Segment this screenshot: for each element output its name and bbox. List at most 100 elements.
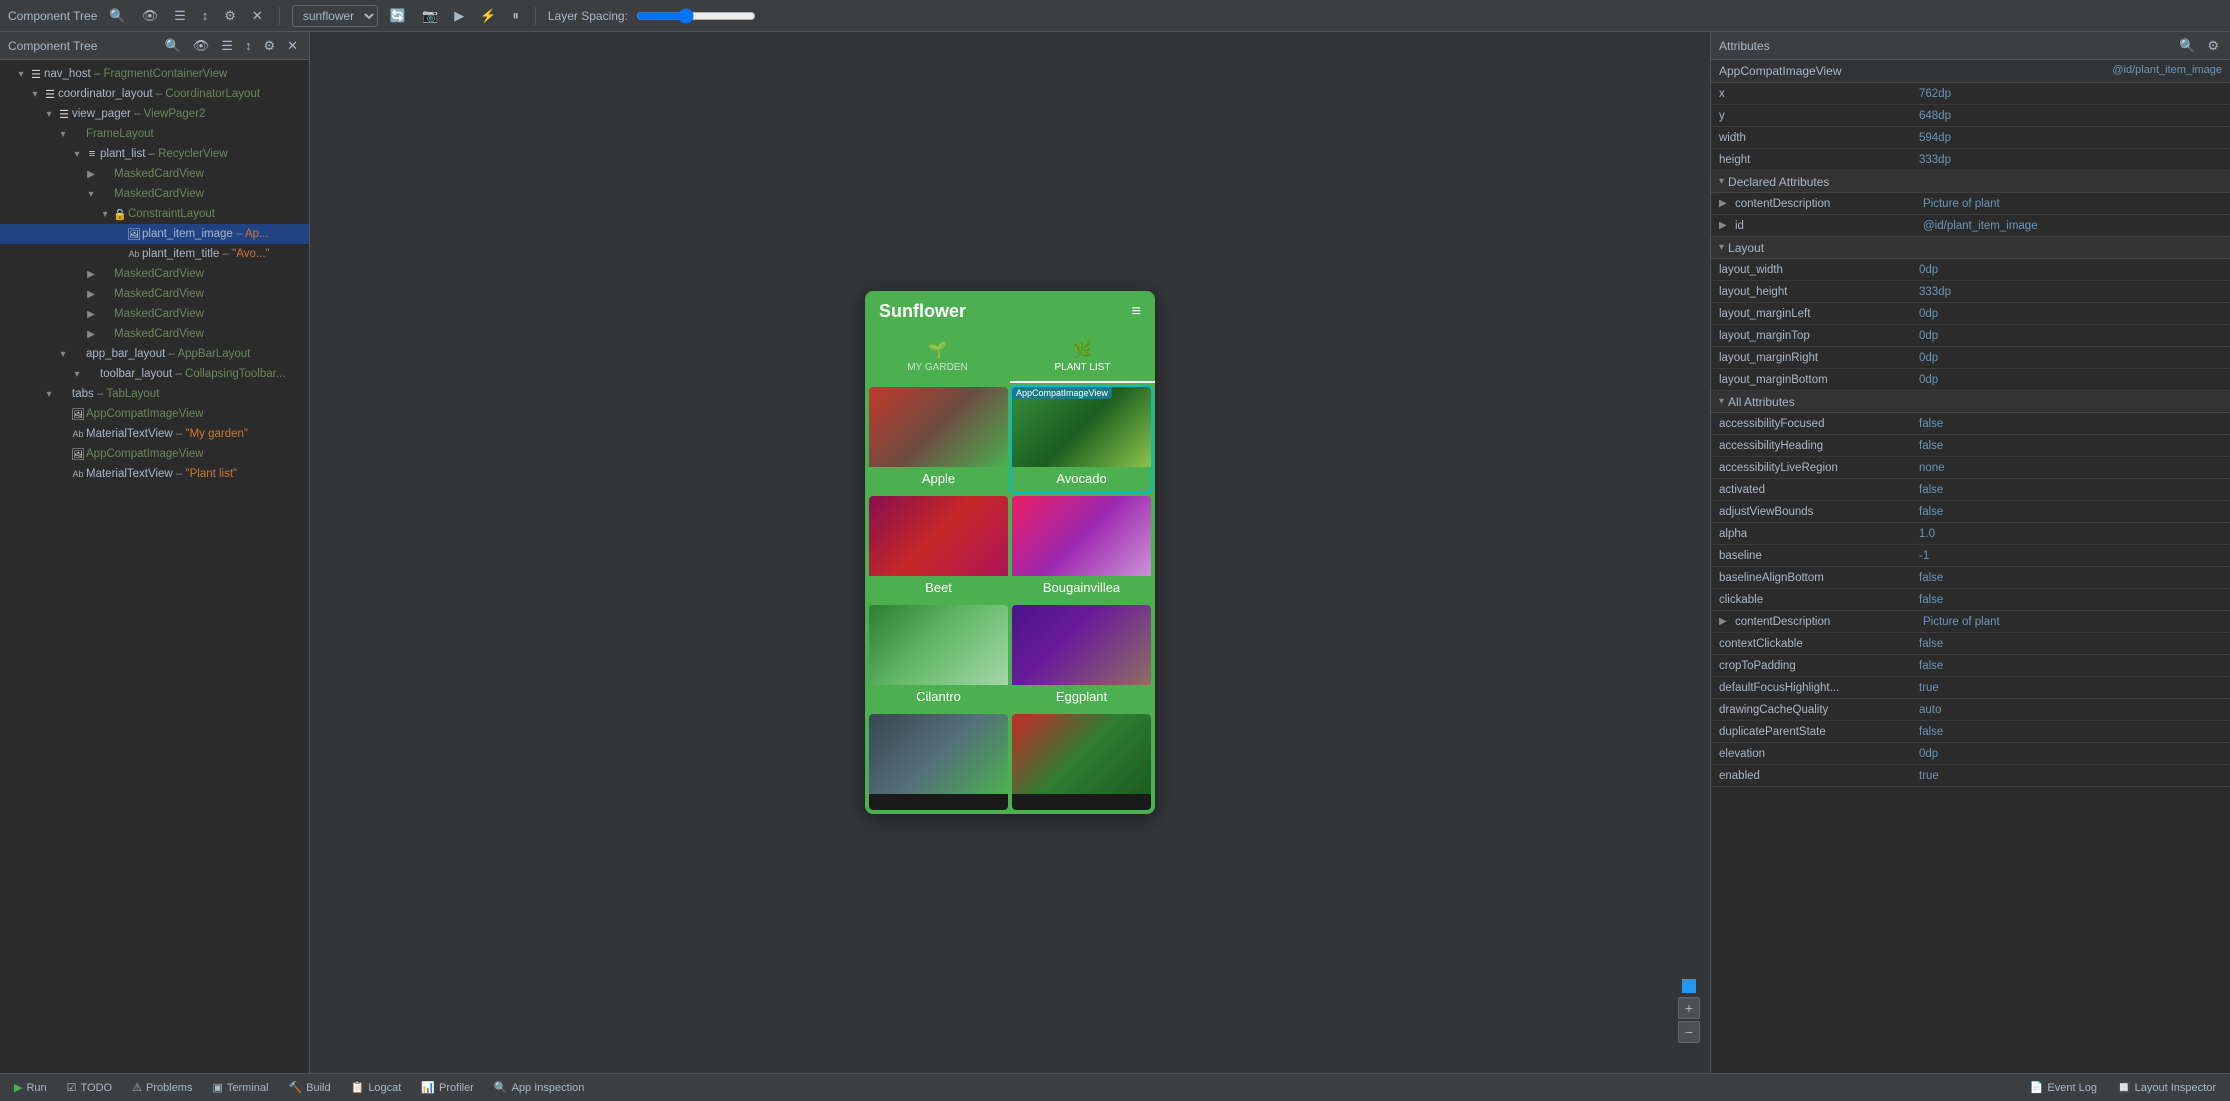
tree-item-viewpager[interactable]: ▾ ☰ view_pager – ViewPager2	[0, 104, 309, 124]
tree-search-btn[interactable]: 🔍	[162, 37, 184, 55]
attr-row-a11y-live: accessibilityLiveRegion none	[1711, 457, 2230, 479]
app-title: Sunflower	[879, 301, 966, 322]
tree-item-masked5[interactable]: ▶ MaskedCardView	[0, 304, 309, 324]
zoom-out-button[interactable]: −	[1678, 1021, 1700, 1043]
live-button[interactable]: ▶	[450, 6, 468, 26]
label-material-text1: MaterialTextView – "My garden"	[86, 428, 248, 440]
plant-card-eggplant[interactable]: Eggplant	[1012, 605, 1151, 710]
plant-img-row4-left	[869, 714, 1008, 794]
attributes-panel: Attributes 🔍 ⚙ AppCompatImageView @id/pl…	[1710, 32, 2230, 1073]
attr-row-a11y-focused: accessibilityFocused false	[1711, 413, 2230, 435]
status-logcat[interactable]: 📋 Logcat	[345, 1079, 408, 1096]
tree-item-plant-item-title[interactable]: Ab plant_item_title – "Avo..."	[0, 244, 309, 264]
tree-item-nav-host[interactable]: ▾ ☰ nav_host – FragmentContainerView	[0, 64, 309, 84]
layer-spacing-slider[interactable]	[636, 8, 756, 24]
list-button[interactable]: ☰	[170, 6, 190, 26]
tree-item-toolbar[interactable]: ▾ toolbar_layout – CollapsingToolbar...	[0, 364, 309, 384]
attr-value-enabled: true	[1919, 770, 2222, 782]
tree-sort-btn[interactable]: ↕	[242, 37, 255, 54]
settings2-button[interactable]: ⚡	[476, 6, 500, 26]
plant-card-bougainvillea[interactable]: Bougainvillea	[1012, 496, 1151, 601]
close-button[interactable]: ✕	[248, 6, 267, 26]
attr-key-width: width	[1719, 132, 1919, 144]
tree-close-btn[interactable]: ✕	[284, 37, 301, 55]
settings-button[interactable]: ⚙	[220, 6, 240, 26]
separator2	[535, 7, 536, 25]
tree-item-masked2[interactable]: ▾ MaskedCardView	[0, 184, 309, 204]
search-button[interactable]: 🔍	[105, 6, 129, 26]
center-area: Sunflower ≡ 🌱 MY GARDEN 🌿 PLANT LIST	[310, 32, 1710, 1073]
refresh-button[interactable]: 🔄	[386, 6, 410, 26]
status-profiler[interactable]: 📊 Profiler	[415, 1079, 480, 1096]
status-event-log[interactable]: 📄 Event Log	[2024, 1079, 2103, 1096]
declared-attrs-section[interactable]: ▾ Declared Attributes	[1711, 171, 2230, 193]
attr-key-margin-top: layout_marginTop	[1719, 330, 1919, 342]
tree-item-plant-item-image[interactable]: 🖼 plant_item_image – Ap...	[0, 224, 309, 244]
attr-key-baseline: baseline	[1719, 550, 1919, 562]
tree-item-tabs[interactable]: ▾ tabs – TabLayout	[0, 384, 309, 404]
tree-item-appbar[interactable]: ▾ app_bar_layout – AppBarLayout	[0, 344, 309, 364]
bottom-bar-left	[869, 794, 1008, 810]
tree-item-masked6[interactable]: ▶ MaskedCardView	[0, 324, 309, 344]
attr-content: x 762dp y 648dp width 594dp height 333dp…	[1711, 83, 2230, 1073]
attr-key-baseline-bottom: baselineAlignBottom	[1719, 572, 1919, 584]
plant-card-beet[interactable]: Beet	[869, 496, 1008, 601]
status-terminal[interactable]: ▣ Terminal	[206, 1079, 274, 1096]
status-run[interactable]: ▶ Run	[8, 1079, 53, 1096]
attr-row-layout-height: layout_height 333dp	[1711, 281, 2230, 303]
attr-value-activated: false	[1919, 484, 2222, 496]
tab-my-garden[interactable]: 🌱 MY GARDEN	[865, 332, 1010, 383]
status-build[interactable]: 🔨 Build	[282, 1079, 336, 1096]
app-inspection-label: App Inspection	[512, 1082, 585, 1094]
layout-arrow: ▾	[1719, 242, 1724, 253]
status-problems[interactable]: ⚠ Problems	[126, 1079, 198, 1096]
tree-gear-btn[interactable]: ⚙	[260, 37, 278, 55]
attr-row-margin-bottom: layout_marginBottom 0dp	[1711, 369, 2230, 391]
device-dropdown[interactable]: sunflower	[292, 5, 378, 27]
label-material-text2: MaterialTextView – "Plant list"	[86, 468, 237, 480]
attr-value-content-desc: Picture of plant	[1923, 198, 2222, 210]
tree-item-constraint[interactable]: ▾ 🔒 ConstraintLayout	[0, 204, 309, 224]
status-app-inspection[interactable]: 🔍 App Inspection	[488, 1079, 590, 1096]
status-layout-inspector[interactable]: 🔲 Layout Inspector	[2111, 1079, 2222, 1096]
tree-item-material-text1[interactable]: Ab MaterialTextView – "My garden"	[0, 424, 309, 444]
attr-key-context-clickable: contextClickable	[1719, 638, 1919, 650]
tree-item-plant-list[interactable]: ▾ ≡ plant_list – RecyclerView	[0, 144, 309, 164]
zoom-in-button[interactable]: +	[1678, 997, 1700, 1019]
plant-card-row4-right[interactable]	[1012, 714, 1151, 810]
tree-item-material-text2[interactable]: Ab MaterialTextView – "Plant list"	[0, 464, 309, 484]
icon-plant-item-image: 🖼	[126, 228, 142, 241]
tree-eye-btn[interactable]: 👁	[190, 37, 213, 55]
plant-card-apple[interactable]: Apple	[869, 387, 1008, 492]
attr-row-activated: activated false	[1711, 479, 2230, 501]
tree-list-btn[interactable]: ☰	[218, 37, 236, 55]
attr-key-enabled: enabled	[1719, 770, 1919, 782]
tree-item-masked3[interactable]: ▶ MaskedCardView	[0, 264, 309, 284]
tab-plant-list[interactable]: 🌿 PLANT LIST	[1010, 332, 1155, 383]
tree-item-coordinator[interactable]: ▾ ☰ coordinator_layout – CoordinatorLayo…	[0, 84, 309, 104]
pause-button[interactable]: ⏸	[508, 6, 523, 26]
plant-card-row4-left[interactable]	[869, 714, 1008, 810]
attr-row-crop-padding: cropToPadding false	[1711, 655, 2230, 677]
attr-key-margin-bottom: layout_marginBottom	[1719, 374, 1919, 386]
icon-material-text1: Ab	[70, 429, 86, 439]
eye-button[interactable]: 👁	[138, 6, 163, 26]
main-area: Component Tree 🔍 👁 ☰ ↕ ⚙ ✕ ▾ ☰ nav_host …	[0, 32, 2230, 1073]
layout-section[interactable]: ▾ Layout	[1711, 237, 2230, 259]
tree-item-masked1[interactable]: ▶ MaskedCardView	[0, 164, 309, 184]
attr-search-btn[interactable]: 🔍	[2176, 37, 2198, 55]
label-compat-img2: AppCompatImageView	[86, 448, 203, 460]
plant-card-avocado[interactable]: AppCompatImageView Avocado	[1012, 387, 1151, 492]
phone-app-bar: Sunflower ≡	[865, 291, 1155, 332]
tree-item-compat-img2[interactable]: 🖼 AppCompatImageView	[0, 444, 309, 464]
tree-item-compat-img1[interactable]: 🖼 AppCompatImageView	[0, 404, 309, 424]
tree-item-framelayout[interactable]: ▾ FrameLayout	[0, 124, 309, 144]
attr-settings-btn[interactable]: ⚙	[2204, 37, 2222, 55]
tree-item-masked4[interactable]: ▶ MaskedCardView	[0, 284, 309, 304]
plant-card-cilantro[interactable]: Cilantro	[869, 605, 1008, 710]
plant-img-avocado	[1012, 387, 1151, 467]
all-attrs-section[interactable]: ▾ All Attributes	[1711, 391, 2230, 413]
status-todo[interactable]: ☑ TODO	[61, 1079, 118, 1096]
sort-button[interactable]: ↕	[198, 6, 213, 25]
capture-button[interactable]: 📷	[418, 6, 442, 26]
